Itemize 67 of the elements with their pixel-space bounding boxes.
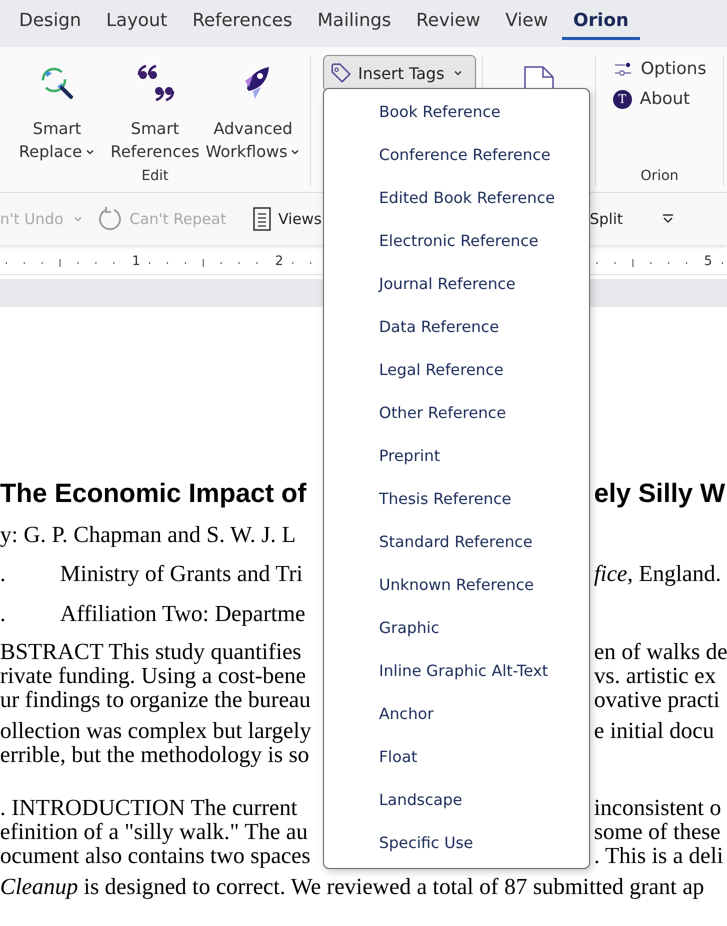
- document-text: rivate funding. Using a cost-bene: [0, 664, 306, 688]
- menu-item[interactable]: Standard Reference: [324, 525, 589, 568]
- ribbon-tab[interactable]: Orion: [562, 8, 640, 40]
- document-title: ely Silly W: [594, 478, 726, 508]
- menu-item[interactable]: Journal Reference: [324, 267, 589, 310]
- menu-item[interactable]: Legal Reference: [324, 353, 589, 396]
- document-text: ollection was complex but largely: [0, 719, 312, 743]
- menu-item[interactable]: Unknown Reference: [324, 568, 589, 611]
- page-icon: [252, 207, 272, 231]
- document-text: Ministry of Grants and Tri: [60, 560, 303, 588]
- menu-item[interactable]: Other Reference: [324, 396, 589, 439]
- list-number: .: [0, 560, 7, 588]
- menu-item[interactable]: Thesis Reference: [324, 482, 589, 525]
- menu-item[interactable]: Graphic: [324, 611, 589, 654]
- tag-icon: [330, 62, 352, 84]
- menu-item[interactable]: Anchor: [324, 697, 589, 740]
- document-text: BSTRACT This study quantifies: [0, 640, 302, 664]
- document-text: en of walks de: [594, 640, 727, 664]
- document-text: inconsistent o: [594, 796, 722, 820]
- document-text: some of these: [594, 820, 720, 844]
- ribbon-tab[interactable]: Mailings: [306, 8, 402, 40]
- ribbon-button[interactable]: T About: [612, 87, 690, 111]
- document-text: y: G. P. Chapman and S. W. J. L: [0, 521, 296, 549]
- split-button[interactable]: Split: [590, 210, 623, 228]
- menu-item[interactable]: Book Reference: [324, 95, 589, 138]
- menu-item[interactable]: Data Reference: [324, 310, 589, 353]
- document-text: ovative practi: [594, 688, 720, 712]
- ribbon-button[interactable]: Advanced Workflows: [204, 55, 302, 168]
- document-text: errible, but the methodology is so: [0, 743, 310, 767]
- chevron-down-icon: [73, 214, 84, 224]
- menu-item[interactable]: Landscape: [324, 783, 589, 826]
- list-number: .: [0, 600, 7, 628]
- document-title: The Economic Impact of: [0, 478, 306, 508]
- document-text: e initial docu: [594, 719, 714, 743]
- ribbon-tab[interactable]: References: [181, 8, 304, 40]
- ribbon-button[interactable]: Smart Replace: [8, 55, 106, 168]
- ribbon-tab[interactable]: Review: [405, 8, 492, 40]
- document-text: . INTRODUCTION The current: [0, 796, 298, 820]
- ribbon-tab[interactable]: Layout: [95, 8, 178, 40]
- ribbon-button[interactable]: Options: [612, 57, 706, 81]
- menu-item[interactable]: Conference Reference: [324, 138, 589, 181]
- document-text: Affiliation Two: Departme: [60, 600, 306, 628]
- menu-item[interactable]: Edited Book Reference: [324, 181, 589, 224]
- ribbon-tab[interactable]: Design: [8, 8, 92, 40]
- document-text: fice, England.: [594, 560, 722, 588]
- menu-item[interactable]: Inline Graphic Alt-Text: [324, 654, 589, 697]
- document-text: efinition of a "silly walk." The au: [0, 820, 308, 844]
- overflow-icon: [660, 213, 675, 225]
- ribbon-button[interactable]: Smart References: [106, 55, 204, 168]
- document-text: vs. artistic ex: [594, 664, 716, 688]
- group-label: Orion: [640, 168, 679, 186]
- quote-marks-icon: [135, 63, 175, 103]
- insert-tags-button[interactable]: Insert Tags: [323, 55, 476, 91]
- document-text: . This is a deli: [594, 844, 724, 868]
- menu-item[interactable]: Float: [324, 740, 589, 783]
- menu-item[interactable]: Preprint: [324, 439, 589, 482]
- menu-item[interactable]: Electronic Reference: [324, 224, 589, 267]
- logo-icon: T: [612, 90, 632, 108]
- document-text: ocument also contains two spaces: [0, 844, 310, 868]
- views-button[interactable]: Views: [252, 207, 322, 231]
- menu-item[interactable]: Specific Use: [324, 826, 589, 869]
- document-text: Cleanup is designed to correct. We reviewed a total of 87 submitted grant ap: [0, 875, 704, 899]
- group-label: Edit: [141, 168, 169, 186]
- document-text: ur findings to organize the bureau: [0, 688, 311, 712]
- chevron-down-icon: [453, 68, 464, 78]
- redo-icon: [97, 206, 124, 232]
- ribbon-tab[interactable]: View: [494, 8, 560, 40]
